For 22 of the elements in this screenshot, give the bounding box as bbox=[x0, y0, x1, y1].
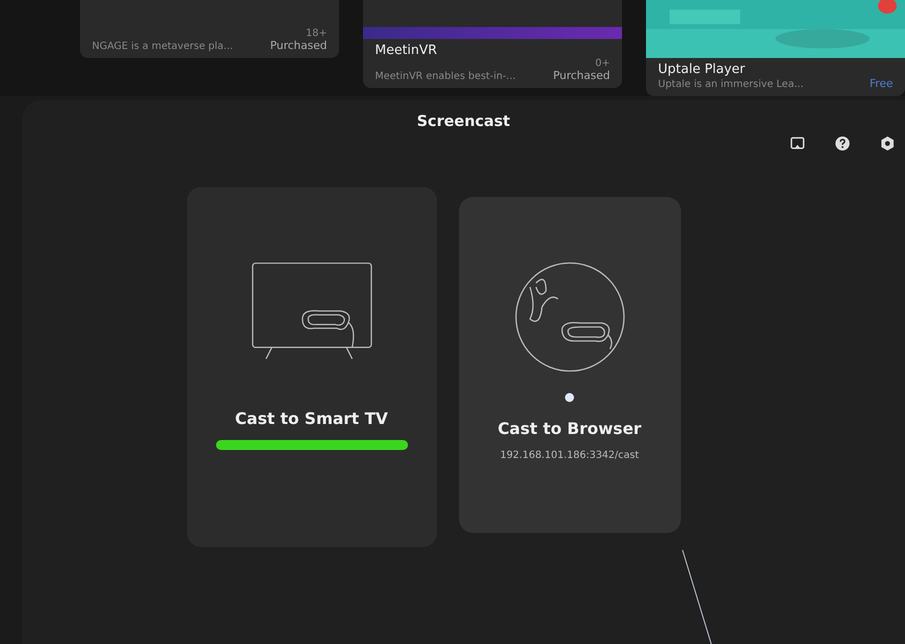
age-rating: 18+ bbox=[306, 28, 327, 39]
app-description: NGAGE is a metaverse pla... bbox=[92, 41, 234, 52]
cast-address: 192.168.101.186:3342/cast bbox=[500, 450, 639, 461]
app-title: Uptale Player bbox=[658, 62, 746, 77]
app-card[interactable]: Uptale Player Uptale is an immersive Lea... Free bbox=[646, 0, 905, 96]
cast-option-card[interactable]: Cast to Browser 192.168.101.186:3342/cast bbox=[458, 197, 680, 533]
settings-icon[interactable] bbox=[880, 136, 895, 151]
app-card[interactable]: NGAGE is a metaverse pla... 18+ Purchased bbox=[80, 0, 339, 58]
app-description: MeetinVR enables best-in-... bbox=[375, 71, 516, 82]
price-label: Free bbox=[870, 77, 893, 90]
price-label: Purchased bbox=[270, 39, 327, 52]
panel-title: Screencast bbox=[416, 112, 510, 130]
cast-option-card[interactable]: Cast to Smart TV bbox=[186, 187, 436, 547]
app-card[interactable]: MeetinVR MeetinVR enables best-in-... 0+ Purchased bbox=[363, 0, 622, 88]
price-label: Purchased bbox=[553, 69, 610, 82]
app-title: MeetinVR bbox=[375, 43, 438, 58]
help-icon[interactable] bbox=[835, 136, 850, 151]
cast-icon[interactable] bbox=[790, 136, 805, 151]
option-label: Cast to Smart TV bbox=[235, 409, 388, 428]
option-label: Cast to Browser bbox=[498, 419, 642, 438]
age-rating: 0+ bbox=[595, 58, 610, 69]
app-description: Uptale is an immersive Lea... bbox=[658, 79, 804, 90]
